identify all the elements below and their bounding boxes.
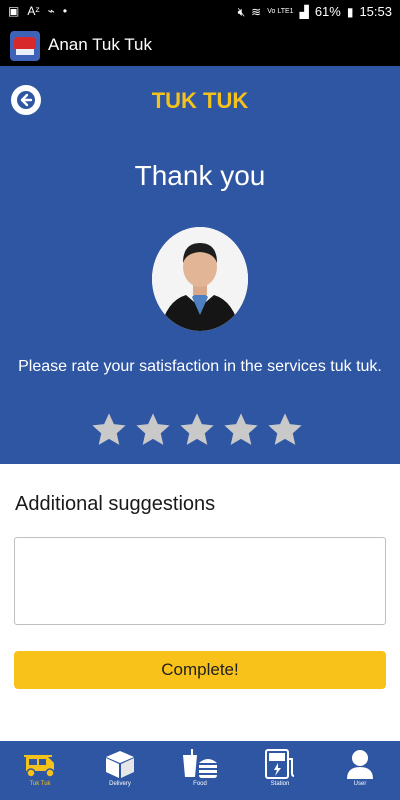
app-logo-icon — [10, 31, 40, 61]
signal-icon: ▟ — [299, 4, 309, 19]
brand-title: TUK TUK — [151, 88, 249, 113]
suggestions-label: Additional suggestions — [15, 493, 216, 515]
nav-label: User — [353, 781, 367, 787]
star-icon[interactable] — [90, 411, 128, 449]
food-icon — [183, 749, 217, 778]
wifi-icon: ≋ — [251, 4, 262, 19]
user-icon — [347, 750, 373, 779]
battery-percent: 61% — [314, 4, 341, 19]
star-icon[interactable] — [222, 411, 260, 449]
station-icon — [265, 749, 295, 779]
suggestions-input[interactable] — [14, 537, 386, 625]
delivery-box-icon — [106, 751, 134, 778]
complete-button[interactable]: Complete! — [14, 651, 386, 689]
rating-panel: TUK TUK Thank you Please rate your satis… — [0, 68, 400, 464]
nav-label: Delivery — [109, 781, 131, 787]
gallery-icon: ▣ — [8, 4, 20, 18]
nav-item-tuk-tuk[interactable]: Tuk Tuk — [0, 741, 80, 800]
nav-label: Station — [270, 781, 290, 787]
nav-item-station[interactable]: Station — [240, 741, 320, 800]
notification-dot-icon: • — [62, 4, 68, 18]
app-title: Anan Tuk Tuk — [48, 35, 152, 54]
thank-you-heading: Thank you — [134, 160, 266, 191]
tuk-tuk-icon — [24, 755, 55, 778]
nav-item-delivery[interactable]: Delivery — [80, 741, 160, 800]
activity-icon: ⌁ — [47, 4, 55, 18]
star-icon[interactable] — [266, 411, 304, 449]
nav-item-user[interactable]: User — [320, 741, 400, 800]
mute-icon: 🔇︎ — [237, 4, 246, 19]
nav-label: Tuk Tuk — [29, 781, 51, 787]
app-bar: Anan Tuk Tuk — [0, 24, 400, 68]
nav-label: Food — [193, 781, 207, 787]
driver-avatar — [152, 227, 248, 331]
star-icon[interactable] — [134, 411, 172, 449]
star-icon[interactable] — [178, 411, 216, 449]
battery-icon: ▮ — [346, 4, 354, 19]
rating-prompt: Please rate your satisfaction in the ser… — [18, 358, 382, 375]
status-bar: ▣ Aᶻ ⌁ • 🔇︎ ≋ Vo LTE1 ▟ 61% ▮ 15:53 — [0, 0, 400, 24]
star-rating[interactable] — [90, 411, 310, 451]
network-label: Vo LTE1 — [267, 7, 294, 15]
bottom-nav: Tuk Tuk Delivery Food Station User — [0, 741, 400, 800]
font-size-icon: Aᶻ — [27, 4, 40, 18]
clock: 15:53 — [359, 4, 392, 19]
nav-item-food[interactable]: Food — [160, 741, 240, 800]
